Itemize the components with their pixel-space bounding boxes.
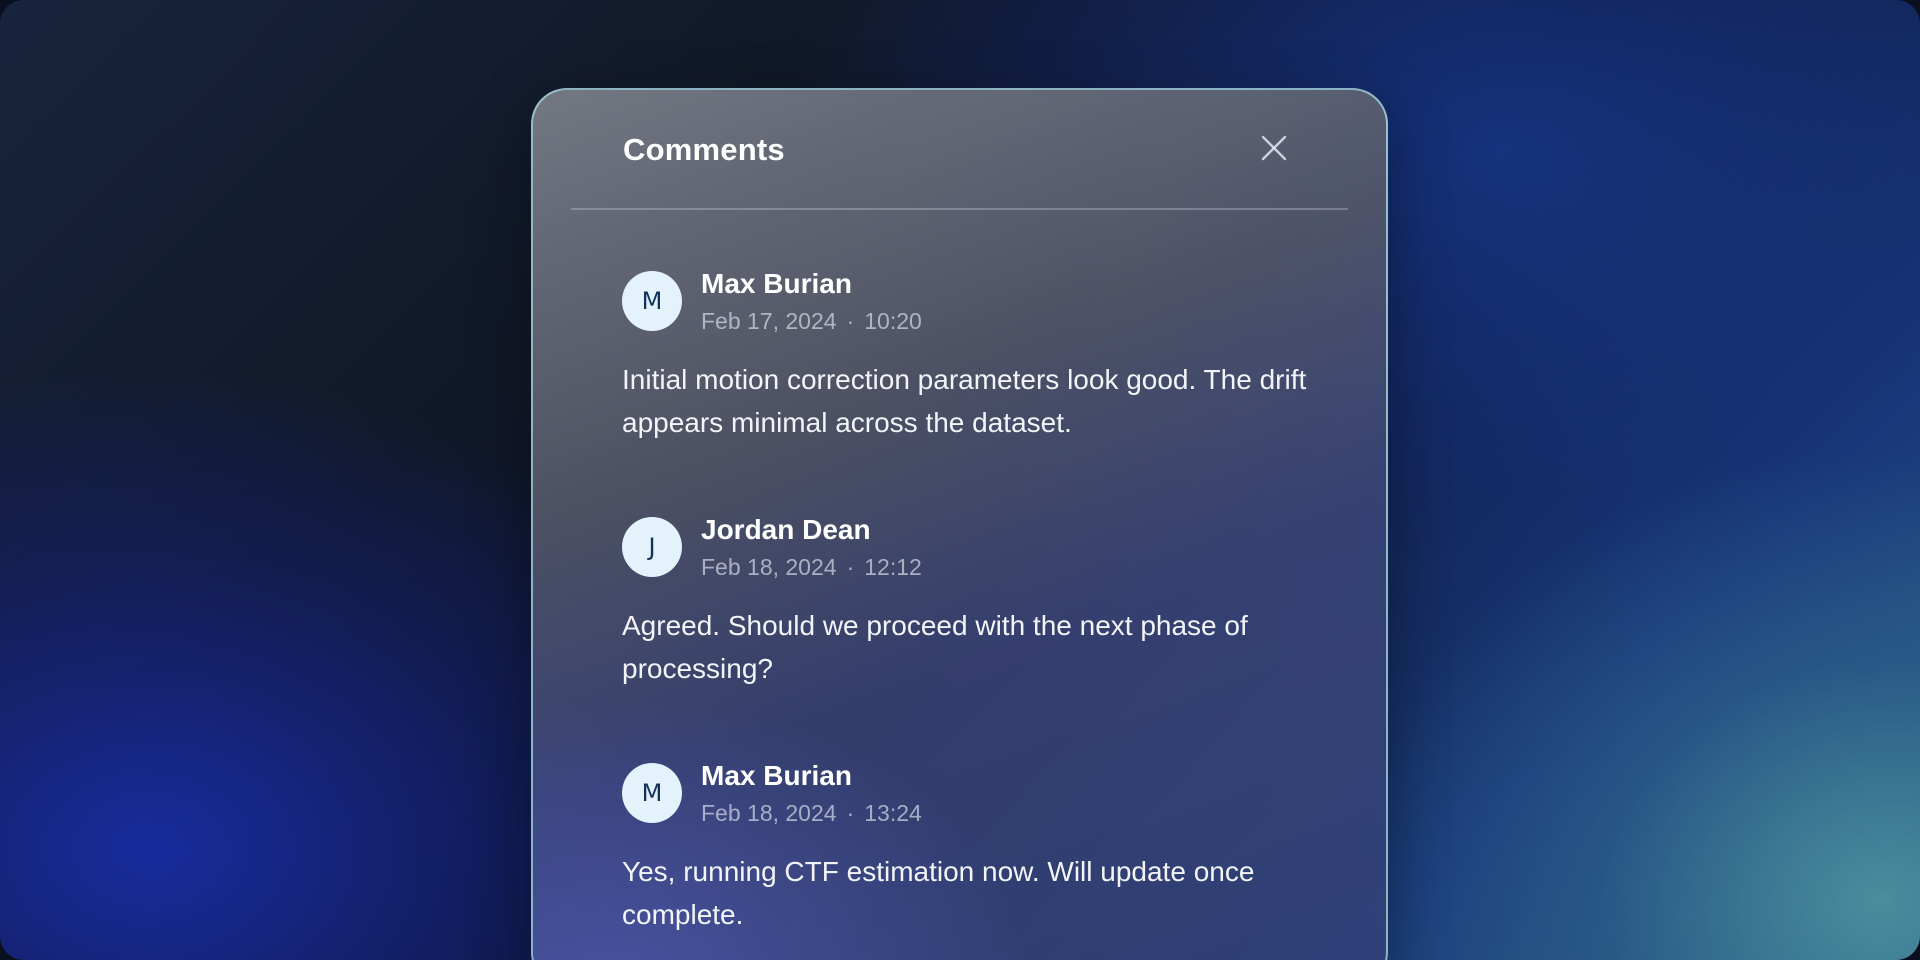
comment-header: M Max Burian Feb 18, 2024 · 13:24	[622, 758, 1322, 828]
comment-date: Feb 17, 2024	[701, 308, 837, 334]
comment-timestamp: Feb 18, 2024 · 13:24	[701, 799, 922, 827]
comment-date: Feb 18, 2024	[701, 554, 837, 580]
comment-time: 13:24	[864, 800, 922, 826]
comment-meta: Max Burian Feb 17, 2024 · 10:20	[701, 267, 922, 335]
comment-text: Agreed. Should we proceed with the next …	[622, 610, 1248, 684]
comment-time: 12:12	[864, 554, 922, 580]
close-button[interactable]	[1252, 126, 1296, 170]
timestamp-separator: ·	[846, 554, 855, 580]
comment-header: J Jordan Dean Feb 18, 2024 · 12:12	[622, 512, 1322, 582]
timestamp-separator: ·	[846, 800, 855, 826]
comment-time: 10:20	[864, 308, 922, 334]
comment-author: Jordan Dean	[701, 514, 871, 545]
avatar: J	[622, 517, 682, 577]
comment-meta: Jordan Dean Feb 18, 2024 · 12:12	[701, 513, 922, 581]
comment-timestamp: Feb 18, 2024 · 12:12	[701, 553, 922, 581]
timestamp-separator: ·	[846, 308, 855, 334]
comment-text: Initial motion correction parameters loo…	[622, 364, 1307, 438]
comment-meta: Max Burian Feb 18, 2024 · 13:24	[701, 759, 922, 827]
comment-header: M Max Burian Feb 17, 2024 · 10:20	[622, 266, 1322, 336]
avatar: M	[622, 271, 682, 331]
comment-author: Max Burian	[701, 268, 852, 299]
panel-title: Comments	[623, 132, 785, 167]
comment-date: Feb 18, 2024	[701, 800, 837, 826]
comments-panel: Comments M Max Burian Feb 17, 2024 · 10:…	[531, 88, 1388, 960]
background: Comments M Max Burian Feb 17, 2024 · 10:…	[0, 0, 1920, 960]
close-icon	[1261, 135, 1287, 161]
comment-item: M Max Burian Feb 17, 2024 · 10:20 Initia…	[622, 266, 1322, 444]
comment-list: M Max Burian Feb 17, 2024 · 10:20 Initia…	[533, 210, 1322, 936]
avatar: M	[622, 763, 682, 823]
panel-header: Comments	[571, 90, 1348, 210]
comment-item: J Jordan Dean Feb 18, 2024 · 12:12 Agree…	[622, 512, 1322, 690]
comment-timestamp: Feb 17, 2024 · 10:20	[701, 307, 922, 335]
comment-author: Max Burian	[701, 760, 852, 791]
comment-text: Yes, running CTF estimation now. Will up…	[622, 856, 1255, 930]
comment-item: M Max Burian Feb 18, 2024 · 13:24 Yes, r…	[622, 758, 1322, 936]
